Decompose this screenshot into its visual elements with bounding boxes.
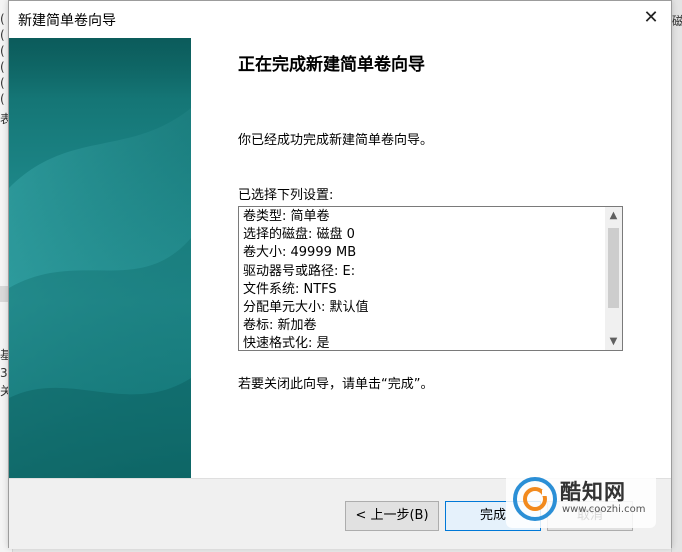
site-watermark: 酷知网 www.coozhi.com — [506, 470, 656, 528]
bg-fragment: ( — [0, 44, 5, 58]
new-simple-volume-wizard: 新建简单卷向导 ✕ 正在完成新建简单卷向导 你已经成功完成新建简单卷向导。 已选… — [8, 0, 672, 549]
close-hint-text: 若要关闭此向导，请单击“完成”。 — [238, 377, 434, 392]
watermark-url: www.coozhi.com — [562, 504, 646, 515]
coozhi-logo-icon — [513, 477, 557, 521]
bg-fragment: ( — [0, 28, 5, 42]
list-item: 卷类型: 简单卷 — [243, 209, 330, 224]
banner-artwork — [9, 38, 191, 478]
scroll-up-button[interactable]: ▲ — [605, 207, 622, 224]
vertical-scrollbar[interactable]: ▲ ▼ — [605, 207, 622, 350]
bg-fragment: ( — [0, 60, 5, 74]
list-item: 卷标: 新加卷 — [243, 318, 317, 334]
completion-message: 你已经成功完成新建简单卷向导。 — [238, 133, 434, 148]
chevron-up-icon: ▲ — [609, 210, 618, 221]
close-button[interactable]: ✕ — [633, 1, 669, 35]
background-app-right-edge: 磁 — [671, 0, 682, 552]
settings-summary-list[interactable]: 卷类型: 简单卷 选择的磁盘: 磁盘 0 卷大小: 49999 MB 驱动器号或… — [238, 206, 623, 351]
list-item: 选择的磁盘: 磁盘 0 — [243, 227, 355, 243]
wizard-side-banner — [9, 38, 191, 478]
settings-label: 已选择下列设置: — [238, 188, 334, 203]
bg-fragment: ( — [0, 76, 5, 90]
close-icon: ✕ — [643, 7, 659, 28]
title-bar[interactable]: 新建简单卷向导 ✕ — [9, 1, 671, 37]
settings-lines: 卷类型: 简单卷 选择的磁盘: 磁盘 0 卷大小: 49999 MB 驱动器号或… — [243, 208, 369, 351]
list-item: 卷大小: 49999 MB — [243, 245, 357, 261]
window-title: 新建简单卷向导 — [18, 13, 116, 29]
list-item: 快速格式化: 是 — [243, 336, 330, 351]
scroll-down-button[interactable]: ▼ — [605, 333, 622, 350]
watermark-name: 酷知网 — [560, 480, 626, 504]
bg-fragment-right: 磁 — [672, 14, 682, 28]
list-item: 文件系统: NTFS — [243, 281, 337, 297]
page-title: 正在完成新建简单卷向导 — [238, 55, 425, 75]
list-item: 分配单元大小: 默认值 — [243, 299, 369, 315]
back-button[interactable]: < 上一步(B) — [345, 501, 439, 531]
chevron-down-icon: ▼ — [609, 336, 618, 347]
bg-fragment: ( — [0, 12, 5, 26]
bg-fragment: ( — [0, 92, 5, 106]
list-item: 驱动器号或路径: E: — [243, 263, 356, 279]
scroll-thumb[interactable] — [608, 228, 619, 308]
bg-fragment: 3 — [0, 366, 8, 380]
